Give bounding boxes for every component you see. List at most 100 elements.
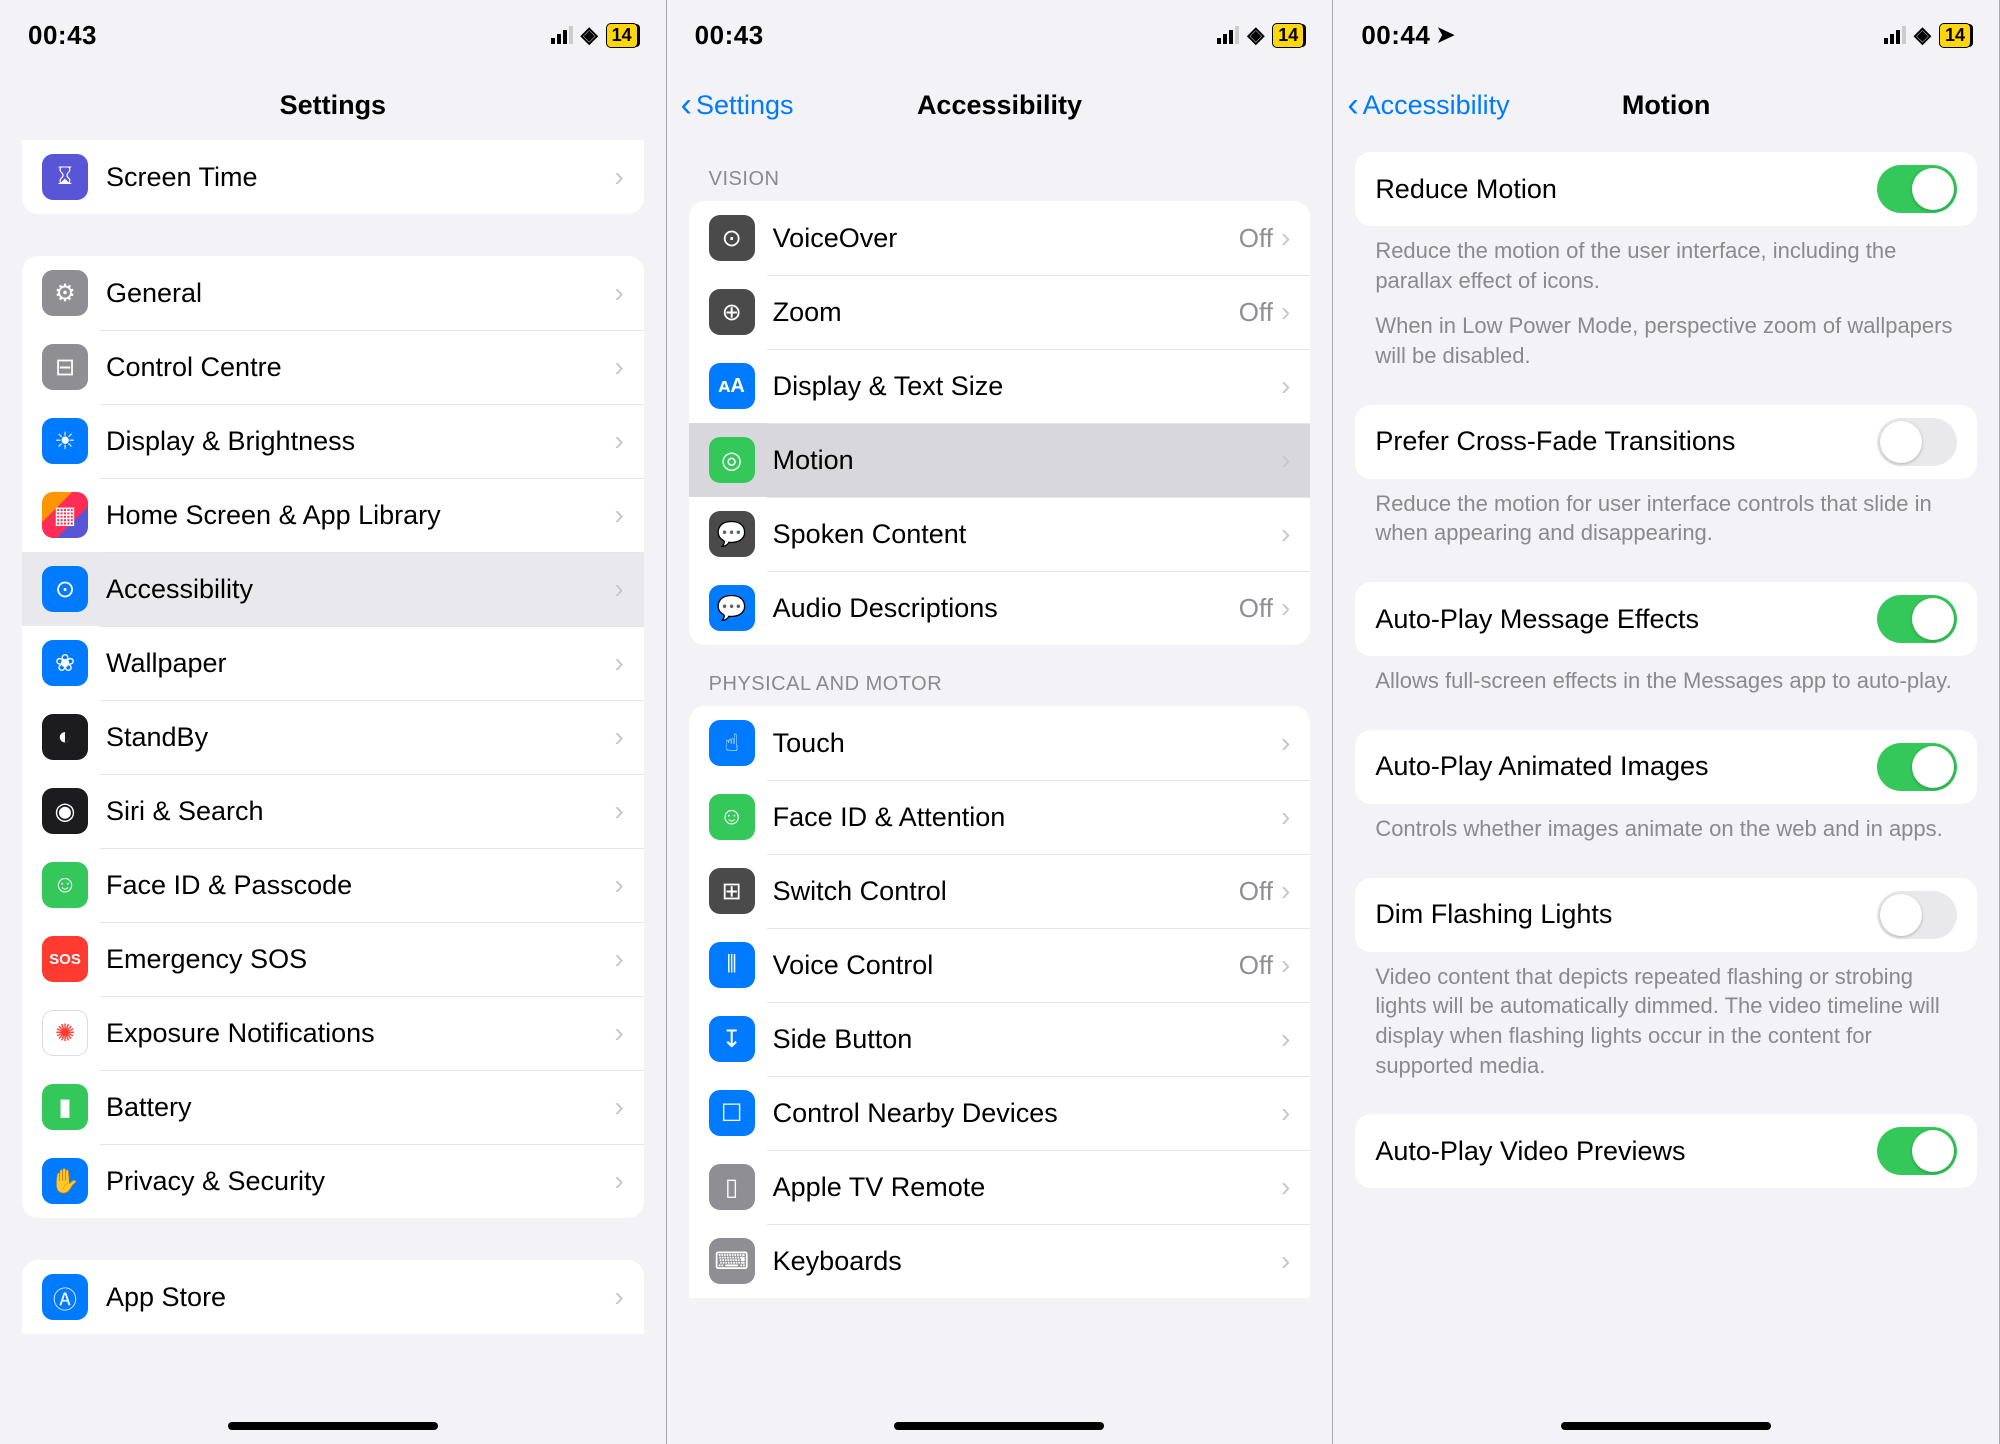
appstore-icon: Ⓐ: [42, 1274, 88, 1320]
nav-bar: ‹ Settings Accessibility: [667, 70, 1333, 140]
chevron-right-icon: ›: [614, 795, 623, 827]
row-label: Auto-Play Video Previews: [1375, 1136, 1877, 1167]
list-row[interactable]: ⊙ Accessibility›: [22, 552, 644, 626]
back-button[interactable]: ‹ Settings: [667, 88, 794, 122]
row-icon: ⊙: [42, 566, 88, 612]
toggle-card: Reduce Motion: [1355, 152, 1977, 226]
row-label: Accessibility: [106, 574, 614, 605]
list-row[interactable]: ✋Privacy & Security›: [22, 1144, 644, 1218]
home-indicator[interactable]: [1561, 1422, 1771, 1430]
list-row[interactable]: ◎Motion›: [689, 423, 1311, 497]
screen-time-row[interactable]: ⌛︎ Screen Time ›: [22, 140, 644, 214]
row-icon: ⊕: [709, 289, 755, 335]
list-row[interactable]: ⊕ZoomOff›: [689, 275, 1311, 349]
toggle-switch[interactable]: [1877, 1127, 1957, 1175]
list-row[interactable]: ⦀Voice ControlOff›: [689, 928, 1311, 1002]
row-value: Off: [1239, 223, 1273, 254]
row-label: Apple TV Remote: [773, 1172, 1281, 1203]
vision-group: ⊙VoiceOverOff› ⊕ Zoom Off › ᴀADisplay & Text …: [689, 201, 1311, 645]
toggle-card: Auto-Play Video Previews: [1355, 1114, 1977, 1188]
status-bar: 00:43 ◈ 14: [0, 0, 666, 70]
toggle-switch[interactable]: [1877, 418, 1957, 466]
list-row[interactable]: ◐StandBy›: [22, 700, 644, 774]
home-indicator[interactable]: [228, 1422, 438, 1430]
list-row[interactable]: ☝︎Touch›: [689, 706, 1311, 780]
list-row[interactable]: 💬Spoken Content›: [689, 497, 1311, 571]
toggle-switch[interactable]: [1877, 165, 1957, 213]
back-button[interactable]: ‹ Accessibility: [1333, 88, 1509, 122]
list-row[interactable]: ▮Battery›: [22, 1070, 644, 1144]
cellular-icon: [1884, 26, 1906, 44]
row-icon: ⊞: [709, 868, 755, 914]
toggle-switch[interactable]: [1877, 595, 1957, 643]
home-indicator[interactable]: [894, 1422, 1104, 1430]
chevron-right-icon: ›: [1281, 949, 1290, 981]
row-icon: ⌨︎: [709, 1238, 755, 1284]
row-label: Zoom: [773, 297, 1239, 328]
row-icon: ▦: [42, 492, 88, 538]
row-icon: ◎: [709, 437, 755, 483]
chevron-right-icon: ›: [1281, 727, 1290, 759]
list-row[interactable]: ☺︎Face ID & Attention›: [689, 780, 1311, 854]
status-icons: ◈ 14: [1884, 22, 1971, 48]
list-row[interactable]: ⊟Control Centre›: [22, 330, 644, 404]
row-label: Face ID & Passcode: [106, 870, 614, 901]
row-icon: ᴀA: [709, 363, 755, 409]
toggle-switch[interactable]: [1877, 743, 1957, 791]
row-label: Wallpaper: [106, 648, 614, 679]
row-icon: ⊟: [42, 344, 88, 390]
status-icons: ◈ 14: [551, 22, 638, 48]
list-row[interactable]: ☀︎Display & Brightness›: [22, 404, 644, 478]
list-row[interactable]: ◉Siri & Search›: [22, 774, 644, 848]
list-row[interactable]: ⊞Switch ControlOff›: [689, 854, 1311, 928]
row-value: Off: [1239, 876, 1273, 907]
list-row[interactable]: SOSEmergency SOS›: [22, 922, 644, 996]
toggle-row[interactable]: Auto-Play Animated Images: [1355, 730, 1977, 804]
accessibility-pane: 00:43 ◈ 14 ‹ Settings Accessibility VISI…: [667, 0, 1334, 1444]
list-row[interactable]: ᴀADisplay & Text Size›: [689, 349, 1311, 423]
toggle-switch[interactable]: [1877, 891, 1957, 939]
row-label: Exposure Notifications: [106, 1018, 614, 1049]
list-row[interactable]: ❀Wallpaper›: [22, 626, 644, 700]
toggle-row[interactable]: Prefer Cross-Fade Transitions: [1355, 405, 1977, 479]
toggle-row[interactable]: Dim Flashing Lights: [1355, 878, 1977, 952]
chevron-right-icon: ›: [614, 721, 623, 753]
list-row[interactable]: ↧Side Button›: [689, 1002, 1311, 1076]
list-row[interactable]: ⚙︎General›: [22, 256, 644, 330]
toggle-card: Dim Flashing Lights: [1355, 878, 1977, 952]
chevron-right-icon: ›: [614, 1091, 623, 1123]
row-label: Keyboards: [773, 1246, 1281, 1277]
status-icons: ◈ 14: [1217, 22, 1304, 48]
settings-group: ⚙︎General›⊟Control Centre›☀︎Display & Br…: [22, 256, 644, 1218]
toggle-row[interactable]: Reduce Motion: [1355, 152, 1977, 226]
row-label: Side Button: [773, 1024, 1281, 1055]
row-icon: ◐: [42, 714, 88, 760]
list-row[interactable]: ⌨︎Keyboards›: [689, 1224, 1311, 1298]
chevron-right-icon: ›: [614, 499, 623, 531]
toggle-row[interactable]: Auto-Play Message Effects: [1355, 582, 1977, 656]
status-time: 00:43: [28, 20, 97, 51]
battery-badge: 14: [606, 23, 638, 48]
settings-pane: 00:43 ◈ 14 Settings ⌛︎ Screen Time › ⚙︎G…: [0, 0, 667, 1444]
chevron-right-icon: ›: [614, 573, 623, 605]
row-icon: ▮: [42, 1084, 88, 1130]
list-row[interactable]: 💬Audio DescriptionsOff›: [689, 571, 1311, 645]
app-store-row[interactable]: Ⓐ App Store ›: [22, 1260, 644, 1334]
chevron-right-icon: ›: [614, 869, 623, 901]
row-label: Face ID & Attention: [773, 802, 1281, 833]
chevron-left-icon: ‹: [681, 88, 692, 122]
battery-badge: 14: [1939, 23, 1971, 48]
row-label: Display & Brightness: [106, 426, 614, 457]
list-row[interactable]: ✺Exposure Notifications›: [22, 996, 644, 1070]
list-row[interactable]: ⊙VoiceOverOff›: [689, 201, 1311, 275]
toggle-row[interactable]: Auto-Play Video Previews: [1355, 1114, 1977, 1188]
chevron-right-icon: ›: [1281, 592, 1290, 624]
row-icon: ☺︎: [709, 794, 755, 840]
list-row[interactable]: ▦Home Screen & App Library›: [22, 478, 644, 552]
list-row[interactable]: ▯Apple TV Remote›: [689, 1150, 1311, 1224]
list-row[interactable]: ☺︎ Face ID & Passcode›: [22, 848, 644, 922]
row-icon: ☺︎: [42, 862, 88, 908]
row-label: Prefer Cross-Fade Transitions: [1375, 426, 1877, 457]
section-footer: Reduce the motion of the user interface,…: [1333, 226, 1999, 375]
list-row[interactable]: ☐Control Nearby Devices›: [689, 1076, 1311, 1150]
